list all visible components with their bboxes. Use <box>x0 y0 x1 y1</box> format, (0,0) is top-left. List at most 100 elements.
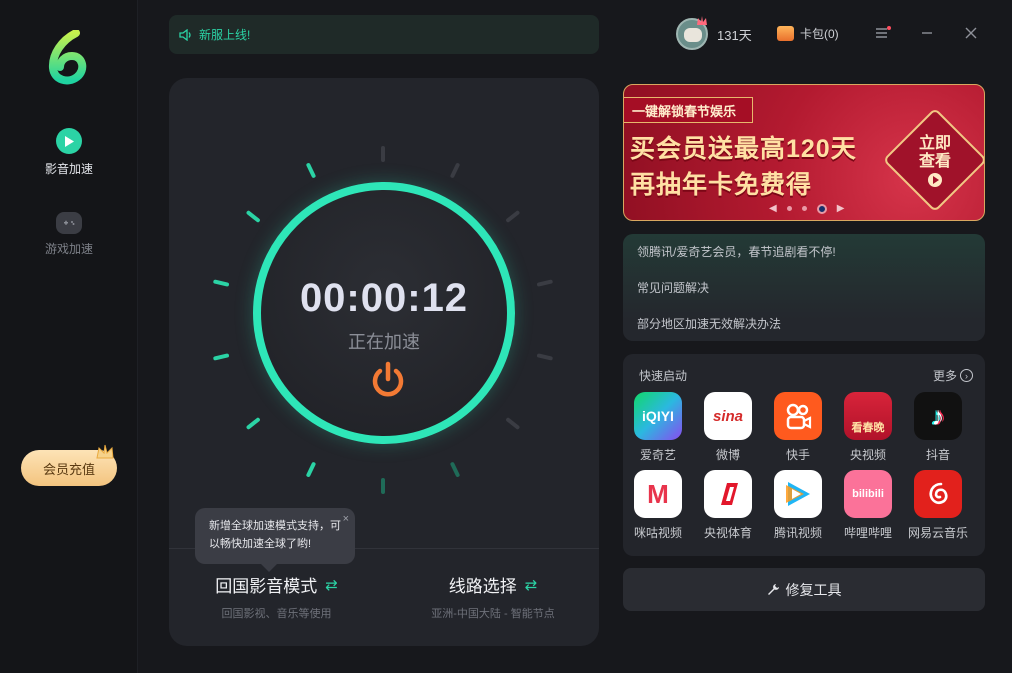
dial-tick <box>246 417 260 430</box>
dial-tick <box>536 353 553 361</box>
banner-dot-active[interactable] <box>816 203 827 214</box>
banner-pagination: ◀ ▶ <box>769 203 844 214</box>
help-links-panel: 领腾讯/爱奇艺会员，春节追剧看不停! 常见问题解决 部分地区加速无效解决办法 <box>623 234 985 341</box>
app-douyin[interactable]: ♪ 抖音 <box>906 392 970 463</box>
dial-tick <box>246 210 260 223</box>
swap-icon: ⇄ <box>325 576 338 594</box>
promo-banner[interactable]: 一键解锁春节娱乐 买会员送最高120天 再抽年卡免费得 立即 查看 ◀ ▶ <box>623 84 985 221</box>
app-label: 央视频 <box>849 448 886 462</box>
membership-days: 131天 <box>717 27 752 43</box>
app-weibo[interactable]: sina 微博 <box>696 392 760 463</box>
repair-tool-button[interactable]: 修复工具 <box>623 568 985 611</box>
app-label: 哔哩哔哩 <box>843 526 892 540</box>
close-icon <box>965 27 977 39</box>
sidebar-item-label: 游戏加速 <box>44 242 93 256</box>
dial-tick <box>213 279 230 287</box>
app-label: 抖音 <box>925 448 950 462</box>
wrench-icon <box>767 583 780 596</box>
dial-tick <box>450 163 460 178</box>
link-item-region-fix[interactable]: 部分地区加速无效解决办法 <box>637 316 971 352</box>
kuaishou-icon <box>774 392 822 440</box>
sidebar-item-av-accel[interactable]: 影音加速 <box>19 128 119 177</box>
cctv-video-logo-text: 看春晚 <box>851 422 885 434</box>
dial-tick <box>536 279 553 287</box>
accelerator-ring: 00:00:12 正在加速 <box>253 182 515 444</box>
app-cctv-sports[interactable]: 央视体育 <box>696 470 760 541</box>
chevron-right-icon: › <box>960 369 973 382</box>
crown-icon <box>96 444 114 459</box>
banner-next-button[interactable]: ▶ <box>837 203 845 214</box>
quick-start-title: 快速启动 <box>639 369 688 383</box>
mode-title: 回国影音模式 <box>215 577 318 596</box>
migu-logo-text: M <box>647 478 669 509</box>
play-icon <box>56 128 82 154</box>
route-subtitle: 亚洲-中国大陆 - 智能节点 <box>431 608 555 620</box>
more-label: 更多 <box>932 369 957 383</box>
minimize-button[interactable] <box>918 24 936 42</box>
dial-tick <box>213 353 230 361</box>
weibo-logo-text: sina <box>712 407 743 425</box>
play-icon <box>928 173 942 187</box>
notice-text: 新服上线! <box>199 28 251 42</box>
vip-recharge-label: 会员充值 <box>42 461 95 477</box>
quick-start-panel: 快速启动 更多 › iQIYI 爱奇艺 sina 微博 快手 看春晚 央视频 ♪… <box>623 354 985 556</box>
route-selector[interactable]: 线路选择 ⇄ 亚洲-中国大陆 - 智能节点 <box>418 572 568 621</box>
swap-icon: ⇄ <box>524 576 538 594</box>
wallet-icon <box>777 26 794 41</box>
weibo-icon: sina <box>704 392 752 440</box>
dial-tick <box>450 462 460 477</box>
menu-button[interactable] <box>874 24 892 42</box>
app-kuaishou[interactable]: 快手 <box>766 392 830 463</box>
gamepad-icon <box>56 212 82 234</box>
banner-prev-button[interactable]: ◀ <box>769 203 777 214</box>
user-profile[interactable]: 131天 <box>676 18 752 50</box>
mode-subtitle: 回国影视、音乐等使用 <box>221 608 332 620</box>
app-migu[interactable]: M 咪咕视频 <box>626 470 690 541</box>
speaker-icon <box>179 28 193 41</box>
banner-cta-label: 查看 <box>918 153 951 170</box>
app-tencent-video[interactable]: 腾讯视频 <box>766 470 830 541</box>
repair-tool-label: 修复工具 <box>785 581 842 598</box>
tooltip-close-button[interactable]: × <box>343 510 349 528</box>
more-apps-button[interactable]: 更多 › <box>933 367 973 384</box>
mode-selector[interactable]: 回国影音模式 ⇄ 回国影视、音乐等使用 <box>204 572 349 621</box>
banner-dot[interactable] <box>801 206 807 211</box>
app-netease-music[interactable]: 网易云音乐 <box>906 470 970 541</box>
menu-icon <box>876 26 891 38</box>
power-button[interactable] <box>368 360 408 400</box>
elapsed-timer: 00:00:12 <box>299 276 469 320</box>
iqiyi-icon: iQIYI <box>634 392 682 440</box>
app-label: 网易云音乐 <box>907 526 968 540</box>
dial-tick <box>306 462 316 477</box>
link-item-faq[interactable]: 常见问题解决 <box>637 280 971 316</box>
app-iqiyi[interactable]: iQIYI 爱奇艺 <box>626 392 690 463</box>
bilibili-icon: bilibili <box>844 470 892 518</box>
banner-dot[interactable] <box>786 206 792 211</box>
app-bilibili[interactable]: bilibili 哔哩哔哩 <box>836 470 900 541</box>
wallet-button[interactable]: 卡包(0) <box>777 25 839 42</box>
close-button[interactable] <box>962 24 980 42</box>
wallet-label: 卡包(0) <box>800 27 839 41</box>
netease-music-icon <box>914 470 962 518</box>
app-label: 腾讯视频 <box>773 526 822 540</box>
vip-recharge-button[interactable]: 会员充值 <box>21 444 117 486</box>
dial-tick <box>506 417 520 430</box>
douyin-logo-text: ♪ <box>931 400 945 431</box>
sidebar-item-game-accel[interactable]: 游戏加速 <box>19 212 119 257</box>
tencent-video-icon <box>774 470 822 518</box>
dial-tick <box>306 163 316 178</box>
app-cctv-video[interactable]: 看春晚 央视频 <box>836 392 900 463</box>
link-item-member-promo[interactable]: 领腾讯/爱奇艺会员，春节追剧看不停! <box>637 244 971 280</box>
douyin-icon: ♪ <box>914 392 962 440</box>
app-label: 咪咕视频 <box>633 526 682 540</box>
dial-tick <box>506 210 520 223</box>
bilibili-logo-text: bilibili <box>852 488 884 500</box>
migu-icon: M <box>634 470 682 518</box>
app-label: 微博 <box>715 448 740 462</box>
notice-bar[interactable]: 新服上线! <box>169 15 599 54</box>
app-label: 央视体育 <box>703 526 752 540</box>
route-title: 线路选择 <box>448 577 517 596</box>
banner-cta-button[interactable]: 立即 查看 <box>898 135 972 192</box>
banner-headline: 买会员送最高120天 <box>630 135 857 163</box>
banner-tag: 一键解锁春节娱乐 <box>624 97 754 123</box>
